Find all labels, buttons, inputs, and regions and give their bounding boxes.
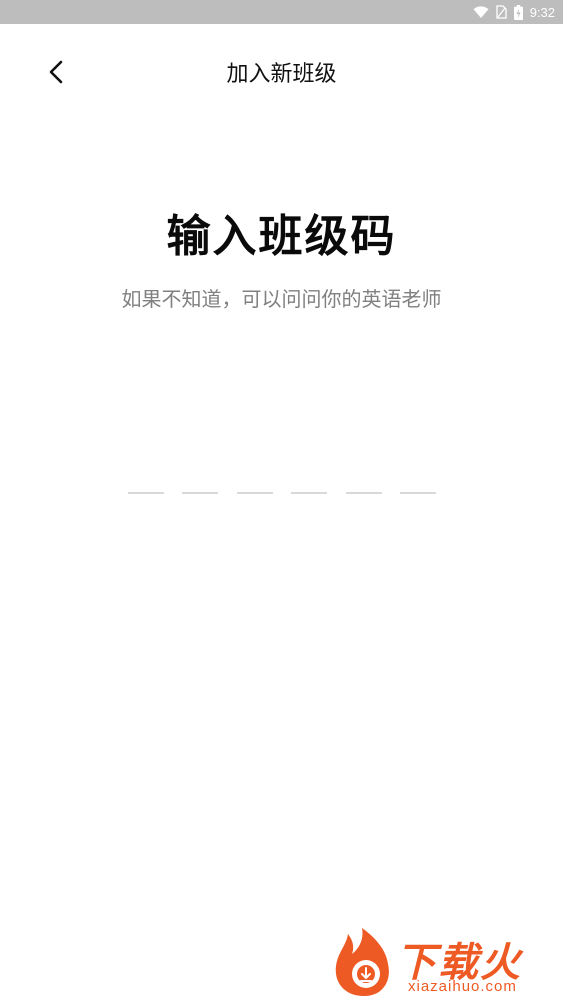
page-title: 加入新班级 xyxy=(226,62,337,87)
nav-bar: 加入新班级 xyxy=(0,40,563,104)
watermark: 下载火 xiazaihuo.com xyxy=(330,926,560,998)
status-bar: 9:32 xyxy=(0,0,563,24)
code-digit-slot[interactable] xyxy=(128,480,164,506)
code-digit-slot[interactable] xyxy=(236,480,273,506)
wifi-icon xyxy=(473,5,489,19)
no-sim-icon xyxy=(496,5,507,19)
class-code-input[interactable] xyxy=(128,478,436,506)
status-time: 9:32 xyxy=(529,4,555,20)
status-icons: 9:32 xyxy=(473,0,555,24)
subtitle: 如果不知道，可以问问你的英语老师 xyxy=(121,287,442,311)
code-digit-slot[interactable] xyxy=(399,480,436,506)
battery-icon xyxy=(513,4,523,20)
code-digit-slot[interactable] xyxy=(345,480,382,506)
flame-logo-icon xyxy=(330,926,398,998)
watermark-domain: xiazaihuo.com xyxy=(408,978,517,995)
code-digit-slot[interactable] xyxy=(291,480,328,506)
code-digit-slot[interactable] xyxy=(182,480,219,506)
heading: 输入班级码 xyxy=(166,211,397,262)
